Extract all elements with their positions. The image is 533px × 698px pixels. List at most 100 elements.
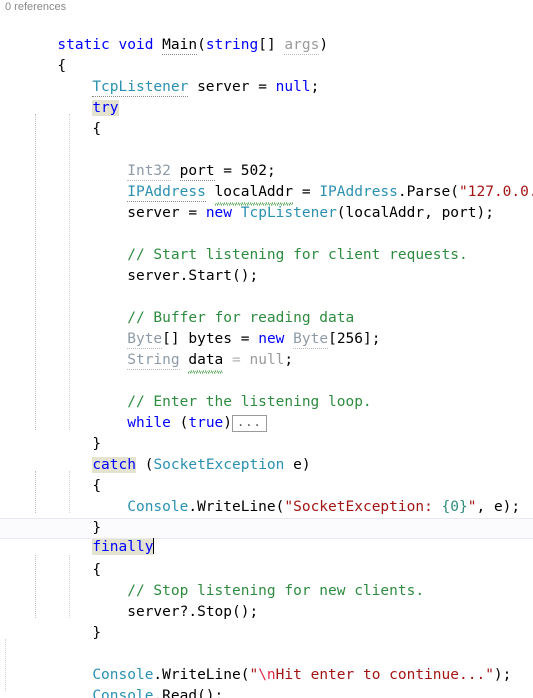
- token-paren: (: [336, 205, 346, 221]
- token-type-console-2: Console: [92, 667, 154, 683]
- token-brace-open: {: [92, 562, 102, 578]
- token-paren-close: ();: [232, 268, 259, 284]
- code-line-7[interactable]: Int32 port = 502;: [0, 140, 533, 181]
- collapsed-region-box[interactable]: ...: [232, 415, 267, 432]
- token-keyword-null-2: null: [249, 352, 285, 368]
- token-type-byte: Byte: [127, 331, 163, 349]
- token-string-escape-newline: \n: [258, 667, 276, 683]
- token-keyword-true: true: [188, 415, 224, 431]
- token-type-tcplistener: TcpListener: [92, 79, 189, 97]
- token-identifier-server: server: [127, 205, 180, 221]
- token-identifier-args: args: [284, 37, 320, 55]
- token-keyword-finally: finally: [92, 539, 154, 555]
- token-keyword-static: static: [57, 37, 110, 53]
- code-line-11[interactable]: // Start listening for client requests.: [0, 224, 533, 263]
- token-assign: =: [293, 184, 320, 200]
- token-type-ipaddress-2: IPAddress: [319, 184, 398, 200]
- text-caret: [153, 538, 155, 554]
- token-keyword-new-2: new: [258, 331, 285, 347]
- token-identifier-port: port: [179, 163, 215, 181]
- token-method-stop: Stop: [197, 604, 233, 620]
- token-dot: .: [153, 688, 163, 698]
- token-bracket-close: ];: [363, 331, 381, 347]
- token-brace-open: {: [92, 121, 102, 137]
- token-semicolon: ;: [310, 79, 320, 95]
- token-semicolon: ;: [266, 163, 276, 179]
- codelens-references[interactable]: 0 references: [0, 0, 533, 14]
- code-line-1[interactable]: static void Main(string[] args): [0, 14, 533, 55]
- code-editor[interactable]: 0 references static void Main(string[] a…: [0, 0, 533, 698]
- token-assign: =: [249, 79, 276, 95]
- token-type-console: Console: [127, 499, 189, 515]
- token-paren-close: ): [319, 37, 329, 53]
- token-comment-enter-loop: // Enter the listening loop.: [127, 394, 372, 410]
- token-dot: .: [153, 667, 163, 683]
- token-paren: (: [135, 457, 154, 473]
- token-keyword-while: while: [127, 415, 171, 431]
- token-paren: (: [450, 184, 460, 200]
- token-brace-close: }: [92, 436, 102, 452]
- token-brackets: []: [162, 331, 189, 347]
- token-type-socketexception: SocketException: [153, 457, 285, 473]
- token-identifier-server: server: [197, 79, 250, 95]
- token-type-ipaddress: IPAddress: [127, 184, 206, 202]
- token-identifier-main: Main: [162, 37, 198, 55]
- token-dot: .: [397, 184, 407, 200]
- token-identifier-data: data: [188, 350, 223, 374]
- code-line-18[interactable]: // Enter the listening loop.: [0, 371, 533, 410]
- token-semicolon: ;: [284, 352, 294, 368]
- code-line-31[interactable]: Console.WriteLine("\nHit enter to contin…: [0, 644, 533, 683]
- token-identifier-localaddr-2: localAddr: [345, 205, 425, 221]
- token-identifier-localaddr: localAddr: [214, 182, 293, 206]
- token-keyword-new: new: [205, 205, 233, 221]
- token-method-start: Start: [188, 268, 233, 284]
- token-identifier-e: e: [293, 457, 302, 473]
- token-keyword-try: try: [92, 100, 119, 116]
- token-brace-close: }: [92, 625, 102, 641]
- token-string-ip: "127.0.0.1": [459, 184, 533, 200]
- code-line-14[interactable]: // Buffer for reading data: [0, 287, 533, 326]
- token-paren-close: ): [223, 415, 233, 431]
- token-string-quote-open: ": [249, 667, 259, 683]
- token-type-string: String: [127, 352, 180, 370]
- token-assign: =: [232, 331, 259, 347]
- token-paren-close: ();: [197, 688, 224, 698]
- token-identifier-server-4: server: [127, 604, 180, 620]
- token-method-read: Read: [162, 688, 198, 698]
- token-brackets: []: [258, 37, 285, 53]
- token-keyword-catch: catch: [92, 457, 136, 473]
- token-string-quote-close: ": [485, 667, 494, 683]
- token-brace-open: {: [57, 58, 67, 74]
- token-comment-start-listening: // Start listening for client requests.: [127, 247, 468, 263]
- token-paren: (: [197, 37, 206, 53]
- code-text-area[interactable]: static void Main(string[] args) { TcpLis…: [0, 14, 533, 698]
- token-null-conditional: ?.: [179, 604, 198, 620]
- token-comma: ,: [476, 499, 494, 515]
- token-paren-close: );: [493, 667, 512, 683]
- code-line-3[interactable]: TcpListener server = null;: [0, 56, 533, 97]
- token-string-hit-text: Hit enter to continue...: [275, 667, 486, 683]
